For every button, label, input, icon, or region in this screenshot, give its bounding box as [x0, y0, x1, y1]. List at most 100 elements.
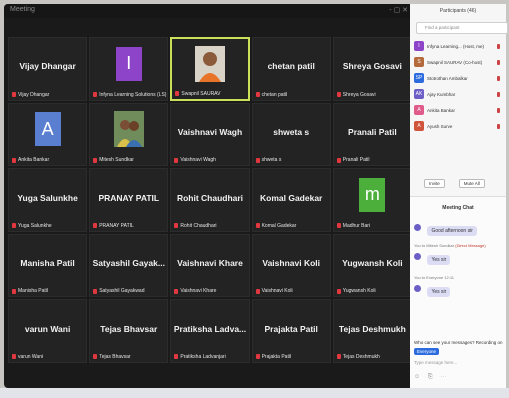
tile-label: Vijay Dhangar [12, 92, 49, 98]
video-tile[interactable]: Pratiksha Ladva... Pratiksha Ladvanjari [170, 299, 250, 363]
video-tile[interactable]: Shreya Gosavi Shreya Gosavi [332, 37, 412, 101]
tile-label-text: Infyna Learning Solutions (LS) [99, 91, 167, 98]
tile-label-text: Prajakta Patil [261, 353, 292, 360]
video-tile[interactable]: Vaishnavi Wagh Vaishnavi Wagh [170, 102, 250, 167]
tile-name: Rohit Chaudhari [176, 192, 244, 203]
tile-label-text: Komal Gadekar [261, 222, 297, 229]
tile-label: Yuga Salunkhe [12, 223, 52, 229]
chat-message: You to Mitesh Sundkar (Direct Message) Y… [414, 243, 502, 266]
tile-label-text: Shreya Gosavi [342, 91, 376, 98]
avatar [414, 224, 421, 232]
tile-name: Tejas Deshmukh [338, 323, 406, 334]
avatar: A [34, 112, 61, 147]
video-tile[interactable]: Mitesh Sundkar [89, 102, 169, 167]
tile-label-text: Rohit Chaudhari [180, 222, 217, 229]
mic-muted-icon [497, 91, 500, 97]
video-tile[interactable]: Swapnil SAURAV [170, 37, 250, 101]
participant-search-input[interactable]: Find a participant [416, 22, 508, 34]
chat-bubble: Yes sir [427, 255, 451, 265]
video-tile[interactable]: m Madhur Bari [332, 168, 412, 232]
video-tile[interactable]: shweta s shweta s [251, 102, 331, 167]
video-tile[interactable]: Prajakta Patil Prajakta Patil [251, 299, 331, 363]
tile-label-text: Tejas Bhavsar [99, 353, 131, 360]
participant-row[interactable]: AK Ajay Kumbhar [414, 87, 504, 101]
mic-muted-icon [93, 223, 98, 229]
participants-title: Participants (46) [439, 8, 477, 14]
mic-muted-icon [255, 354, 260, 360]
video-tile[interactable]: Rohit Chaudhari Rohit Chaudhari [170, 168, 250, 232]
tile-label: Swapnil SAURAV [175, 91, 220, 97]
tile-label: Tejas Deshmukh [336, 354, 380, 360]
tile-label-text: Satyashil Gayakwad [99, 288, 145, 295]
mic-muted-icon [497, 43, 500, 49]
video-tile[interactable]: Yugwansh Koli Yugwansh Koli [332, 233, 412, 298]
video-tile[interactable]: Yuga Salunkhe Yuga Salunkhe [8, 168, 88, 232]
tile-name: shweta s [273, 126, 310, 137]
video-tile[interactable]: I Infyna Learning Solutions (LS) [89, 37, 169, 101]
tile-label-text: Pranali Patil [342, 157, 370, 164]
mic-muted-icon [175, 91, 180, 97]
mic-muted-icon [93, 157, 98, 163]
tile-name: PRANAY PATIL [98, 192, 160, 203]
window-controls[interactable]: - ▢ ✕ [389, 6, 408, 14]
tile-label-text: Yuga Salunkhe [18, 222, 52, 229]
mic-muted-icon [12, 354, 16, 360]
video-tile[interactable]: PRANAY PATIL PRANAY PATIL [89, 168, 169, 232]
side-panel: Participants (46) Find a participant I In… [410, 4, 508, 389]
tile-label-text: Madhur Bari [342, 222, 371, 229]
mute-all-button[interactable]: Mute All [458, 179, 485, 188]
chat-tools[interactable]: ☺ ⎘ ⋯ [414, 374, 449, 381]
video-tile[interactable]: Tejas Deshmukh Tejas Deshmukh [332, 299, 412, 363]
video-tile[interactable]: Pranali Patil Pranali Patil [332, 102, 412, 167]
participant-row[interactable]: I Infyna Learning... (Host, me) [414, 39, 504, 53]
video-grid: Vijay Dhangar Vijay Dhangar I Infyna Learni… [8, 37, 412, 363]
tile-label: Vaishnavi Wagh [174, 157, 216, 163]
chat-meta: You to Mitesh Sundkar (Direct Message) [414, 243, 486, 248]
video-tile[interactable]: Vaishnavi Koli Vaishnavi Koli [251, 233, 331, 298]
tile-label: varun Wani [12, 354, 43, 360]
tile-label: Pratiksha Ladvanjari [174, 354, 226, 360]
avatar: AK [414, 89, 424, 99]
tile-label: Shreya Gosavi [336, 91, 376, 98]
mic-muted-icon [93, 92, 98, 98]
participant-name: Stotrothan Ambalkar [427, 75, 468, 81]
video-tile[interactable]: chetan patil chetan patil [251, 37, 331, 101]
video-tile[interactable]: Vijay Dhangar Vijay Dhangar [8, 37, 88, 101]
chat-input[interactable]: Type message here... [414, 360, 457, 365]
video-tile[interactable]: A Ankita Bankar [8, 102, 88, 167]
video-tile[interactable]: Vaishnavi Khare Vaishnavi Khare [170, 233, 250, 298]
tile-name: Yuga Salunkhe [17, 192, 78, 203]
mic-muted-icon [497, 123, 500, 129]
video-tile[interactable]: Tejas Bhavsar Tejas Bhavsar [89, 299, 169, 363]
participant-name: Ayush Surve [427, 123, 453, 129]
tile-label: Madhur Bari [336, 222, 371, 229]
tile-name: Manisha Patil [20, 258, 75, 269]
window-title: Meeting [10, 6, 35, 13]
mic-muted-icon [336, 288, 341, 294]
avatar: A [414, 121, 424, 131]
invite-button[interactable]: Invite [424, 179, 445, 188]
video-tile[interactable]: Satyashil Gayak... Satyashil Gayakwad [89, 233, 169, 298]
mic-muted-icon [174, 157, 179, 163]
chat-panel: Meeting Chat Good afternoon sir You to M… [410, 196, 506, 389]
mic-muted-icon [93, 288, 98, 294]
recipient-dropdown[interactable]: Everyone [414, 348, 440, 355]
tile-name: Vaishnavi Wagh [177, 126, 243, 137]
participant-row[interactable]: A Ankita Bankar [414, 103, 504, 117]
participant-row[interactable]: A Ayush Surve [414, 119, 504, 133]
mic-muted-icon [336, 157, 341, 163]
tile-name: Satyashil Gayak... [92, 258, 165, 269]
video-tile[interactable]: Manisha Patil Manisha Patil [8, 233, 88, 298]
participant-row[interactable]: SP Stotrothan Ambalkar [414, 71, 504, 85]
avatar: SP [414, 73, 424, 83]
avatar: I [115, 46, 142, 81]
tile-label-text: Vaishnavi Wagh [180, 157, 216, 164]
video-tile[interactable]: varun Wani varun Wani [8, 299, 88, 363]
participant-row[interactable]: S Swapnil SAURAV (Co-host) [414, 55, 504, 69]
chat-message: You to Everyone 12:11 Yes sir [414, 275, 502, 298]
participant-name: Ankita Bankar [427, 107, 456, 113]
tile-label-text: chetan patil [261, 91, 288, 98]
video-tile[interactable]: Komal Gadekar Komal Gadekar [251, 168, 331, 232]
tile-label: Yugwansh Koli [336, 288, 376, 294]
chat-bubble: Yes sir [427, 287, 451, 297]
